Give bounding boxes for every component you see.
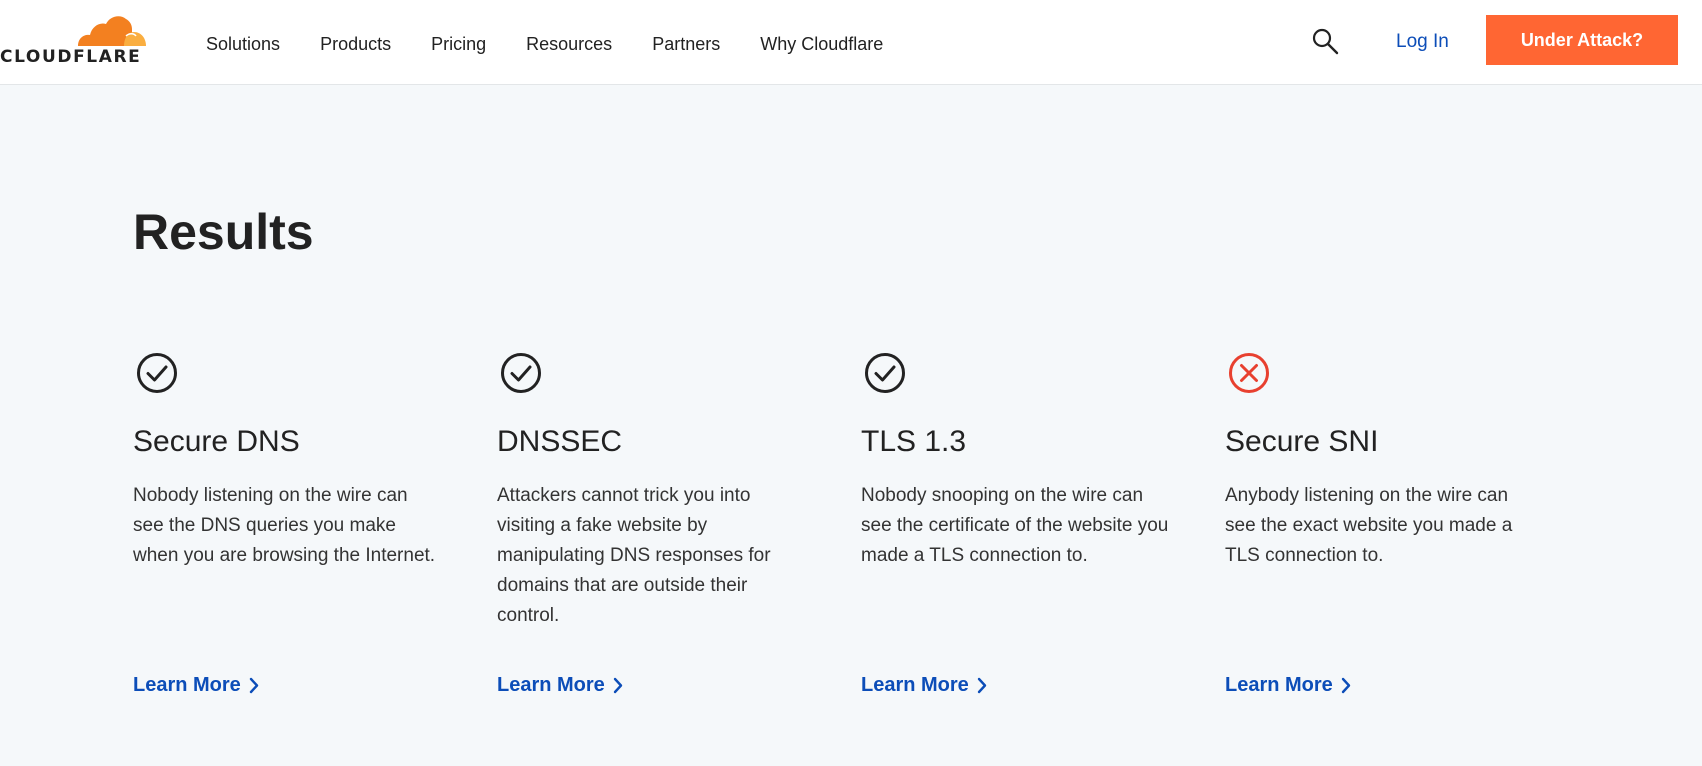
card-description: Anybody listening on the wire can see th… — [1225, 485, 1513, 566]
check-circle-icon — [864, 352, 906, 394]
card-description: Attackers cannot trick you into visiting… — [497, 485, 771, 626]
card-description: Nobody snooping on the wire can see the … — [861, 485, 1169, 566]
learn-more-label: Learn More — [497, 674, 605, 696]
nav-item-why-cloudflare[interactable]: Why Cloudflare — [760, 34, 883, 55]
search-icon[interactable] — [1310, 26, 1340, 61]
card-description: Nobody listening on the wire can see the… — [133, 485, 436, 566]
check-circle-icon — [500, 352, 542, 394]
main-nav: Solutions Products Pricing Resources Par… — [206, 34, 883, 55]
nav-item-products[interactable]: Products — [320, 34, 391, 55]
under-attack-button[interactable]: Under Attack? — [1486, 15, 1678, 65]
x-circle-icon — [1228, 352, 1270, 394]
page-title: Results — [133, 204, 314, 260]
chevron-right-icon — [1341, 677, 1351, 694]
card-title: Secure SNI — [1225, 425, 1379, 458]
card-title: DNSSEC — [497, 425, 623, 458]
login-link[interactable]: Log In — [1396, 31, 1449, 53]
chevron-right-icon — [249, 677, 259, 694]
logo-text: CLOUDFLARE — [0, 47, 142, 67]
cloud-logo-icon — [78, 16, 146, 46]
nav-item-partners[interactable]: Partners — [652, 34, 720, 55]
chevron-right-icon — [977, 677, 987, 694]
learn-more-link[interactable]: Learn More — [133, 674, 259, 697]
nav-item-solutions[interactable]: Solutions — [206, 34, 280, 55]
learn-more-link[interactable]: Learn More — [497, 674, 623, 697]
card-title: Secure DNS — [133, 425, 300, 458]
chevron-right-icon — [613, 677, 623, 694]
learn-more-link[interactable]: Learn More — [861, 674, 987, 697]
learn-more-label: Learn More — [133, 674, 241, 696]
learn-more-label: Learn More — [1225, 674, 1333, 696]
check-circle-icon — [136, 352, 178, 394]
cloudflare-logo[interactable]: CLOUDFLARE — [0, 12, 150, 68]
nav-item-pricing[interactable]: Pricing — [431, 34, 486, 55]
site-header: CLOUDFLARE Solutions Products Pricing Re… — [0, 0, 1702, 85]
learn-more-label: Learn More — [861, 674, 969, 696]
card-title: TLS 1.3 — [861, 425, 967, 458]
learn-more-link[interactable]: Learn More — [1225, 674, 1351, 697]
nav-item-resources[interactable]: Resources — [526, 34, 612, 55]
